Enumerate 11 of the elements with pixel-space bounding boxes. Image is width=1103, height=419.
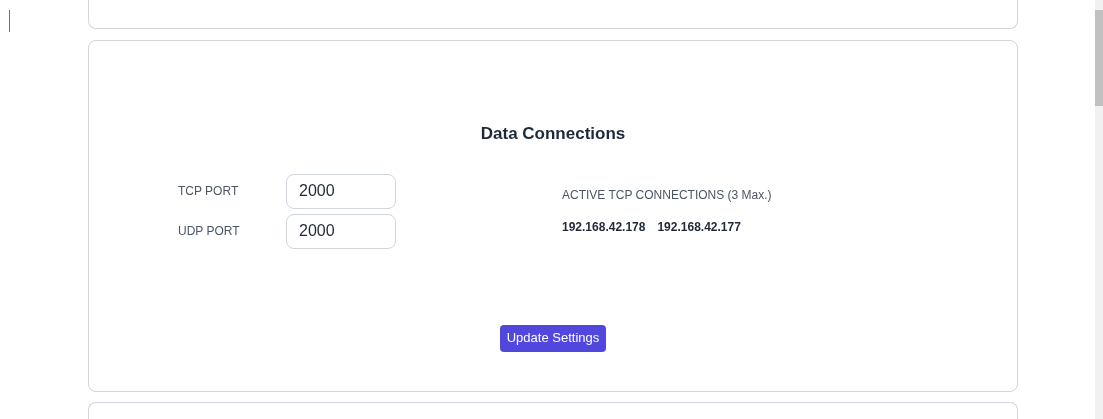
connections-heading: ACTIVE TCP CONNECTIONS (3 Max.) [562,186,772,204]
update-settings-button[interactable]: Update Settings [499,324,607,352]
port-field[interactable]: 2000 [286,213,396,249]
port-field[interactable]: 2000 [286,173,396,209]
ip-address: 192.168.42.177 [657,218,741,236]
ip-address: 192.168.42.178 [562,218,646,236]
field-label: TCP PORT [178,183,240,200]
scrollbar[interactable] [1095,0,1103,419]
edge-line [9,10,10,32]
section-title: Data Connections [480,123,626,145]
field-label: UDP PORT [178,223,241,240]
